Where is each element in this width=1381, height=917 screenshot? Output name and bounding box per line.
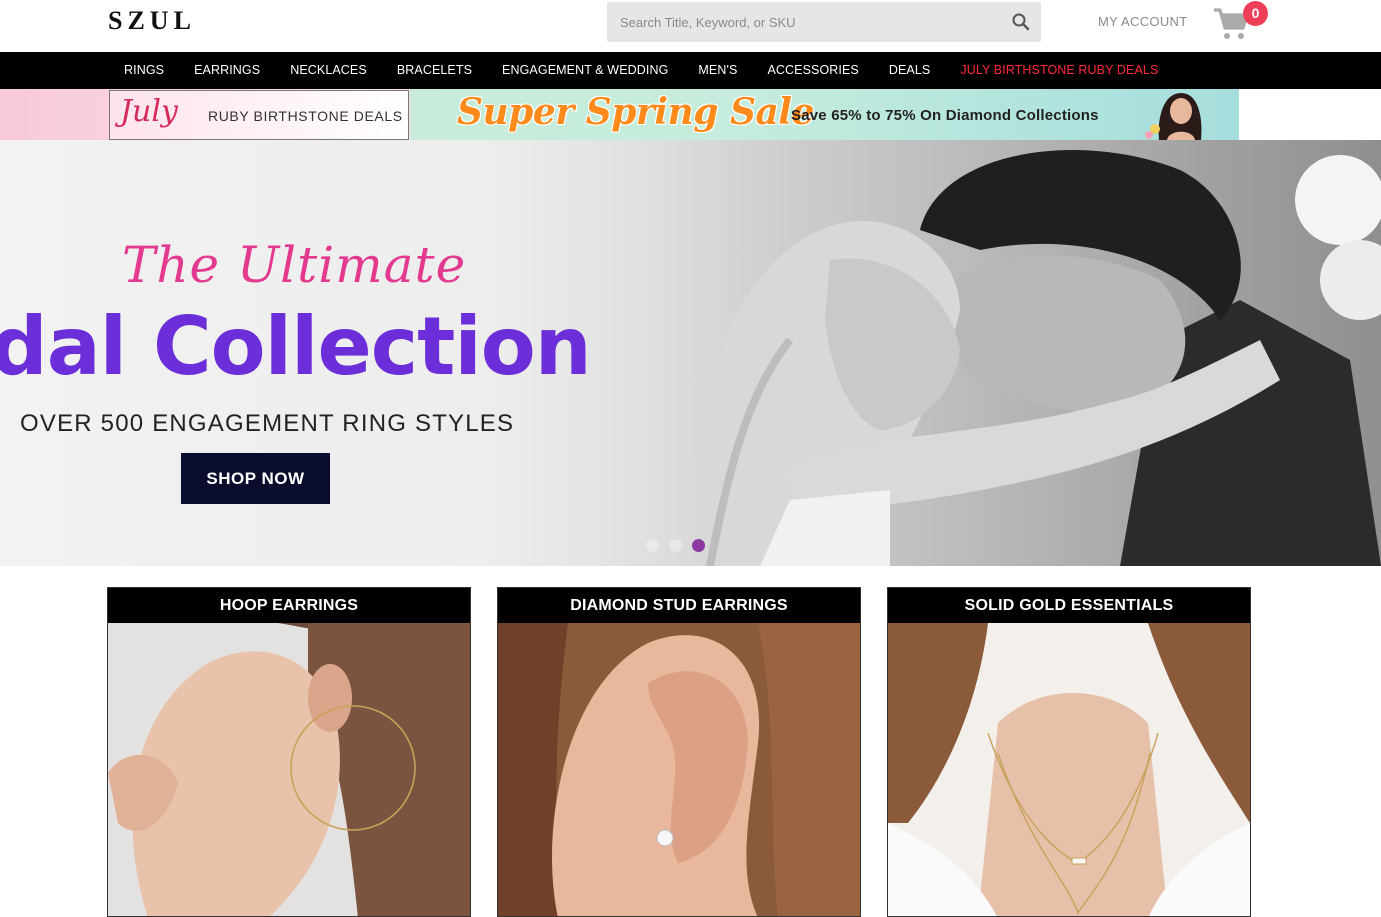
search-bar [607,2,1041,42]
nav-item-necklaces[interactable]: NECKLACES [275,52,382,89]
site-header: SZUL MY ACCOUNT 0 [0,0,1381,52]
spring-sale-title: Super Spring Sale [457,91,814,133]
category-card-title: SOLID GOLD ESSENTIALS [888,588,1250,623]
category-card-title: HOOP EARRINGS [108,588,470,623]
site-logo[interactable]: SZUL [108,6,196,36]
main-nav: RINGS EARRINGS NECKLACES BRACELETS ENGAG… [0,52,1381,89]
nav-item-rings[interactable]: RINGS [109,52,179,89]
carousel-dot-3[interactable] [692,539,705,552]
july-script-text: July [120,94,178,129]
solid-gold-essentials-image [888,623,1250,916]
nav-item-july-birthstone-deals[interactable]: JULY BIRTHSTONE RUBY DEALS [945,52,1173,89]
carousel-dots [646,539,705,552]
search-input[interactable] [607,2,997,42]
diamond-stud-earrings-image [498,623,860,916]
nav-item-earrings[interactable]: EARRINGS [179,52,275,89]
spring-sale-banner[interactable]: Super Spring Sale Save 65% to 75% On Dia… [410,89,1239,140]
hero-couple-photo [560,140,1381,566]
hero-script-text: The Ultimate [122,236,467,294]
search-icon[interactable] [1011,12,1031,32]
promo-model-image [1137,89,1217,140]
nav-item-mens[interactable]: MEN'S [683,52,752,89]
category-card-solid-gold-essentials[interactable]: SOLID GOLD ESSENTIALS [887,587,1251,917]
carousel-dot-1[interactable] [646,539,659,552]
promo-strip: July RUBY BIRTHSTONE DEALS Super Spring … [0,89,1381,140]
category-card-title: DIAMOND STUD EARRINGS [498,588,860,623]
july-ruby-deals-banner[interactable]: July RUBY BIRTHSTONE DEALS [109,90,409,140]
my-account-link[interactable]: MY ACCOUNT [1098,14,1187,29]
category-card-hoop-earrings[interactable]: HOOP EARRINGS [107,587,471,917]
cart-count-badge: 0 [1243,1,1268,26]
nav-item-bracelets[interactable]: BRACELETS [382,52,487,89]
nav-item-deals[interactable]: DEALS [874,52,946,89]
carousel-dot-2[interactable] [669,539,682,552]
spring-sale-text: Save 65% to 75% On Diamond Collections [791,107,1099,124]
ruby-deals-text: RUBY BIRTHSTONE DEALS [208,108,403,124]
hero-title: idal Collection [0,300,592,393]
hero-banner[interactable]: The Ultimate idal Collection OVER 500 EN… [0,140,1381,566]
shop-now-button[interactable]: SHOP NOW [181,453,330,504]
nav-item-engagement-wedding[interactable]: ENGAGEMENT & WEDDING [487,52,683,89]
category-card-diamond-stud-earrings[interactable]: DIAMOND STUD EARRINGS [497,587,861,917]
hoop-earrings-image [108,623,470,916]
nav-item-accessories[interactable]: ACCESSORIES [752,52,873,89]
hero-subtitle: OVER 500 ENGAGEMENT RING STYLES [20,410,515,437]
